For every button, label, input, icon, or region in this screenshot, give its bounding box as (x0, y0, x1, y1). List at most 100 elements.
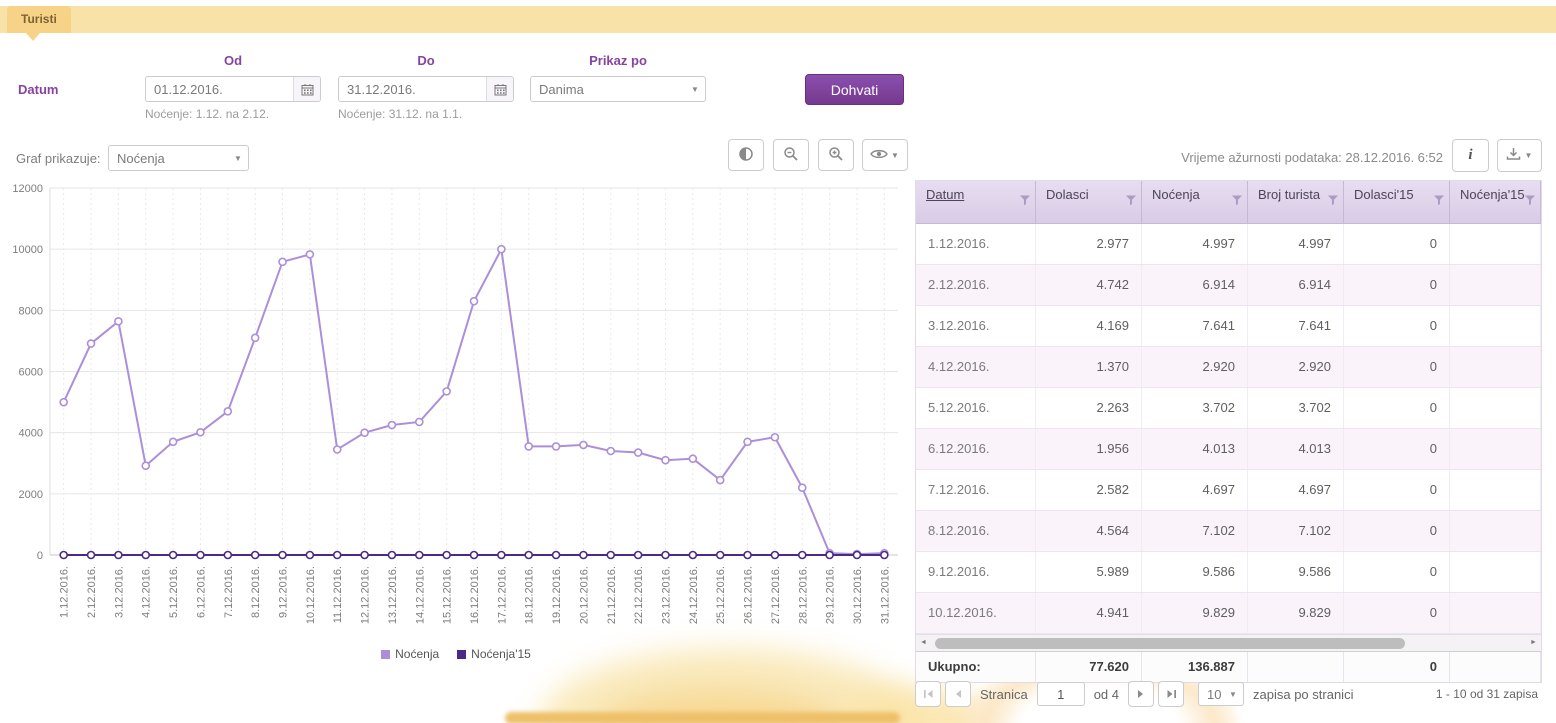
prikaz-po-select[interactable]: Danima ▼ (530, 76, 706, 102)
dohvati-button[interactable]: Dohvati (805, 74, 904, 105)
table-row[interactable]: 3.12.2016.4.1697.6417.6410 (916, 306, 1541, 347)
chart-canvas[interactable]: 0200040006000800010000120001.12.2016.2.1… (6, 180, 906, 646)
column-header-datum[interactable]: Datum (916, 181, 1036, 223)
column-header-no-enja-15[interactable]: Noćenja'15 (1450, 181, 1541, 223)
filter-icon[interactable] (1019, 194, 1031, 209)
svg-text:31.12.2016.: 31.12.2016. (879, 566, 891, 624)
export-button[interactable]: ▼ (1497, 139, 1542, 172)
date-from-group (145, 76, 321, 102)
column-header-no-enja[interactable]: Noćenja (1142, 181, 1248, 223)
table-row[interactable]: 6.12.2016.1.9564.0134.0130 (916, 429, 1541, 470)
filter-icon[interactable] (1524, 194, 1536, 209)
date-from-input[interactable] (146, 77, 293, 101)
info-button[interactable]: i (1452, 139, 1489, 172)
svg-text:16.12.2016.: 16.12.2016. (469, 566, 481, 624)
series-visibility-button[interactable]: ▼ (862, 139, 908, 171)
svg-text:2000: 2000 (19, 489, 43, 501)
table-cell: 0 (1344, 511, 1450, 551)
svg-text:2.12.2016.: 2.12.2016. (86, 566, 98, 618)
column-header-dolasci[interactable]: Dolasci (1036, 181, 1142, 223)
do-note: Noćenje: 31.12. na 1.1. (338, 107, 462, 121)
scroll-right-icon[interactable]: ► (1526, 635, 1541, 651)
table-row[interactable]: 8.12.2016.4.5647.1027.1020 (916, 511, 1541, 552)
table-row[interactable]: 2.12.2016.4.7426.9146.9140 (916, 265, 1541, 306)
svg-text:11.12.2016.: 11.12.2016. (332, 566, 344, 623)
od-label: Od (145, 53, 321, 68)
svg-text:8.12.2016.: 8.12.2016. (250, 566, 262, 618)
svg-text:26.12.2016.: 26.12.2016. (743, 566, 755, 624)
zoom-in-button[interactable] (818, 139, 854, 171)
table-cell: 4.941 (1036, 593, 1142, 633)
svg-text:14.12.2016.: 14.12.2016. (414, 566, 426, 624)
table-cell: 0 (1344, 224, 1450, 264)
next-page-button[interactable] (1128, 681, 1154, 707)
table-cell (1450, 306, 1541, 346)
stranica-label: Stranica (980, 687, 1028, 702)
table-cell (1450, 511, 1541, 551)
table-cell: 6.914 (1248, 265, 1344, 305)
calendar-icon[interactable] (293, 77, 320, 101)
last-page-button[interactable] (1158, 681, 1184, 707)
svg-text:24.12.2016.: 24.12.2016. (688, 566, 700, 624)
filter-icon[interactable] (1433, 194, 1445, 209)
svg-text:28.12.2016.: 28.12.2016. (797, 566, 809, 624)
svg-text:12000: 12000 (12, 183, 43, 195)
table-cell (1450, 347, 1541, 387)
download-icon (1506, 147, 1521, 164)
svg-text:18.12.2016.: 18.12.2016. (524, 566, 536, 624)
table-cell: 0 (1344, 265, 1450, 305)
horizontal-scrollbar[interactable]: ◄ ► (916, 634, 1541, 651)
table-row[interactable]: 10.12.2016.4.9419.8299.8290 (916, 593, 1541, 634)
calendar-icon[interactable] (486, 77, 513, 101)
zoom-out-icon (783, 146, 799, 165)
table-row[interactable]: 4.12.2016.1.3702.9202.9200 (916, 347, 1541, 388)
table-cell: 2.582 (1036, 470, 1142, 510)
svg-text:10000: 10000 (12, 244, 43, 256)
zoom-out-button[interactable] (773, 139, 809, 171)
totals-cell: 77.620 (1036, 652, 1142, 682)
legend-item[interactable]: Noćenja'15 (457, 647, 531, 661)
table-cell: 7.641 (1248, 306, 1344, 346)
svg-text:10.12.2016.: 10.12.2016. (305, 566, 317, 624)
table-row[interactable]: 7.12.2016.2.5824.6974.6970 (916, 470, 1541, 511)
table-row[interactable]: 9.12.2016.5.9899.5869.5860 (916, 552, 1541, 593)
svg-text:27.12.2016.: 27.12.2016. (770, 566, 782, 624)
svg-text:20.12.2016.: 20.12.2016. (578, 566, 590, 624)
contrast-toggle-icon (738, 146, 754, 165)
graf-prikazuje-select[interactable]: Noćenja ▼ (108, 145, 249, 171)
scroll-left-icon[interactable]: ◄ (916, 635, 931, 651)
table-cell: 0 (1344, 470, 1450, 510)
legend-item[interactable]: Noćenja (381, 647, 439, 661)
table-cell: 3.702 (1142, 388, 1248, 428)
filter-icon[interactable] (1327, 194, 1339, 209)
table-cell: 3.702 (1248, 388, 1344, 428)
table-cell: 2.12.2016. (916, 265, 1036, 305)
column-header-broj-turista[interactable]: Broj turista (1248, 181, 1344, 223)
page-number-input[interactable] (1037, 682, 1085, 706)
tab-turisti[interactable]: Turisti (7, 6, 71, 33)
table-row[interactable]: 5.12.2016.2.2633.7023.7020 (916, 388, 1541, 429)
svg-text:9.12.2016.: 9.12.2016. (278, 566, 290, 618)
grid-totals-row: Ukupno:77.620136.8870 (916, 651, 1541, 682)
page-size-select[interactable]: 10 ▼ (1198, 682, 1244, 706)
table-cell: 8.12.2016. (916, 511, 1036, 551)
filter-icon[interactable] (1231, 194, 1243, 209)
graf-prikazuje-label: Graf prikazuje: (16, 151, 101, 166)
table-cell: 7.102 (1142, 511, 1248, 551)
table-cell: 2.920 (1142, 347, 1248, 387)
svg-text:5.12.2016.: 5.12.2016. (168, 566, 180, 618)
prikaz-po-value: Danima (531, 82, 685, 97)
column-header-dolasci-15[interactable]: Dolasci'15 (1344, 181, 1450, 223)
table-row[interactable]: 1.12.2016.2.9774.9974.9970 (916, 224, 1541, 265)
first-page-button[interactable] (915, 681, 941, 707)
column-header-label: Datum (926, 187, 964, 202)
table-cell: 5.12.2016. (916, 388, 1036, 428)
table-cell: 9.829 (1142, 593, 1248, 633)
scrollbar-thumb[interactable] (935, 638, 1405, 649)
table-cell: 0 (1344, 388, 1450, 428)
date-to-input[interactable] (339, 77, 486, 101)
previous-page-button[interactable] (945, 681, 971, 707)
svg-text:22.12.2016.: 22.12.2016. (633, 566, 645, 624)
toggle-pan-button[interactable] (728, 139, 764, 171)
filter-icon[interactable] (1125, 194, 1137, 209)
